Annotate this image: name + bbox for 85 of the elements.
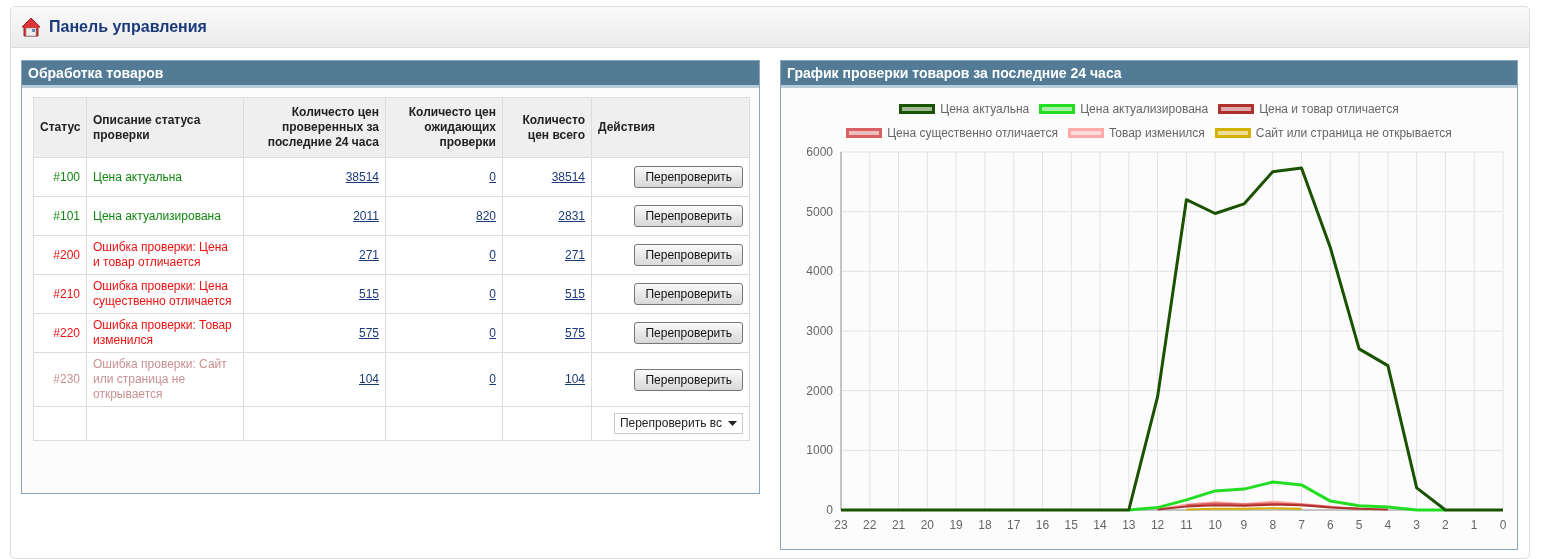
x-tick-label: 22 (863, 518, 877, 532)
legend-label: Цена актуальна (940, 102, 1030, 116)
status-code: #200 (33, 235, 87, 275)
x-tick-label: 21 (891, 518, 906, 532)
recheck-button[interactable]: Перепроверить (634, 368, 743, 391)
count-link[interactable]: 820 (475, 208, 496, 223)
recheck-all-dropdown[interactable]: Перепроверить вс (613, 413, 743, 434)
panel-title: Обработка товаров (22, 61, 759, 88)
x-tick-label: 6 (1326, 518, 1334, 532)
legend-label: Товар изменился (1108, 126, 1205, 140)
status-description: Ошибка проверки: Цена существенно отличается (86, 274, 244, 314)
column-header: Количесто цен всего (502, 97, 592, 158)
status-code: #101 (33, 196, 87, 236)
status-code: #220 (33, 313, 87, 353)
x-tick-label: 0 (1499, 518, 1507, 532)
count-link[interactable]: 515 (564, 286, 585, 301)
y-tick-label: 5000 (806, 204, 833, 219)
recheck-button[interactable]: Перепроверить (634, 322, 743, 344)
recheck-button[interactable]: Перепроверить (634, 166, 743, 188)
recheck-button[interactable]: Перепроверить (634, 283, 743, 305)
x-tick-label: 12 (1150, 518, 1165, 532)
count-link[interactable]: 0 (489, 372, 496, 386)
legend-label: Цена актуализирована (1080, 102, 1209, 116)
x-tick-label: 14 (1093, 518, 1107, 532)
x-tick-label: 9 (1240, 518, 1248, 532)
count-link[interactable]: 2831 (558, 208, 585, 223)
y-tick-label: 2000 (806, 383, 833, 398)
x-tick-label: 16 (1035, 518, 1050, 532)
column-header: Количесто цен проверенных за последние 24 часа (243, 97, 386, 158)
legend-label: Сайт или страница не открывается (1255, 126, 1452, 140)
y-tick-label: 1000 (806, 443, 833, 458)
count-link[interactable]: 2011 (353, 208, 379, 223)
x-tick-label: 15 (1064, 518, 1078, 532)
y-tick-label: 6000 (806, 145, 833, 159)
legend-label: Цена существенно отличается (887, 126, 1058, 140)
status-description: Ошибка проверки: Сайт или страница не открывается (86, 352, 244, 407)
x-tick-label: 18 (978, 518, 992, 532)
x-tick-label: 2 (1442, 518, 1449, 532)
count-link[interactable]: 515 (358, 286, 379, 301)
x-tick-label: 1 (1470, 518, 1478, 532)
column-header: Количесто цен ожидающих проверки (385, 97, 503, 158)
count-link[interactable]: 104 (564, 372, 585, 386)
legend-label: Цена и товар отличается (1259, 102, 1399, 116)
x-tick-label: 11 (1180, 518, 1193, 532)
recheck-button[interactable]: Перепроверить (634, 244, 743, 266)
count-link[interactable]: 271 (564, 247, 585, 262)
x-tick-label: 10 (1208, 518, 1222, 532)
x-tick-label: 3 (1413, 518, 1420, 532)
status-code: #210 (33, 274, 87, 314)
count-link[interactable]: 38514 (345, 169, 379, 184)
count-link[interactable]: 38514 (551, 169, 585, 184)
x-tick-label: 8 (1269, 518, 1277, 532)
count-link[interactable]: 575 (358, 325, 379, 340)
x-tick-label: 20 (920, 518, 935, 532)
home-icon (21, 17, 41, 37)
caret-icon (728, 421, 737, 426)
x-tick-label: 5 (1355, 518, 1363, 532)
x-tick-label: 13 (1122, 518, 1136, 532)
y-tick-label: 4000 (806, 264, 833, 279)
y-tick-label: 3000 (806, 324, 833, 338)
x-tick-label: 19 (949, 518, 963, 532)
x-tick-label: 23 (834, 518, 848, 532)
recheck-button[interactable]: Перепроверить (634, 205, 743, 227)
panel-title: График проверки товаров за последние 24 часа (781, 61, 1517, 88)
status-description: Цена актуализирована (86, 196, 244, 236)
status-code: #230 (33, 352, 87, 407)
x-tick-label: 4 (1384, 518, 1392, 532)
count-link[interactable]: 104 (358, 372, 379, 386)
count-link[interactable]: 575 (564, 325, 585, 340)
count-link[interactable]: 0 (489, 286, 496, 301)
column-header: Статус (33, 97, 87, 158)
x-tick-label: 7 (1298, 518, 1305, 532)
count-link[interactable]: 271 (358, 247, 379, 262)
column-header: Действия (591, 97, 750, 158)
status-description: Цена актуальна (86, 157, 244, 197)
status-description: Ошибка проверки: Товар изменился (86, 313, 244, 353)
page-title: Панель управления (49, 18, 207, 36)
count-link[interactable]: 0 (489, 325, 496, 340)
x-tick-label: 17 (1007, 518, 1021, 532)
status-code: #100 (33, 157, 87, 197)
count-link[interactable]: 0 (489, 169, 496, 184)
column-header: Описание статуса проверки (86, 97, 244, 158)
count-link[interactable]: 0 (489, 247, 496, 262)
status-description: Ошибка проверки: Цена и товар отличается (86, 235, 244, 275)
y-tick-label: 0 (826, 503, 833, 517)
